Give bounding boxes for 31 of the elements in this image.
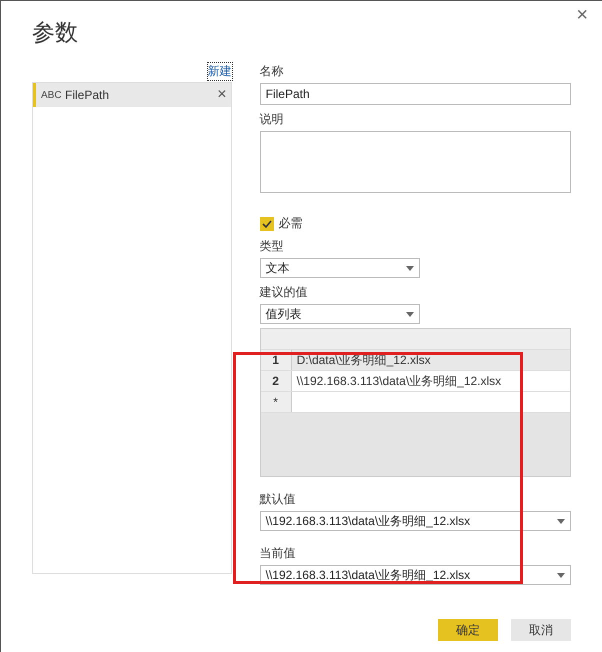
dialog-title: 参数	[32, 18, 78, 47]
cancel-button[interactable]: 取消	[511, 619, 571, 641]
caret-icon	[557, 518, 565, 524]
field-label: 建议的值	[260, 284, 309, 301]
parameter-name: FilePath	[65, 88, 110, 102]
current-value-dropdown[interactable]: \\192.168.3.113\data\业务明细_12.xlsx	[260, 565, 571, 585]
name-field[interactable]: FilePath	[260, 83, 571, 105]
close-button[interactable]: ×	[572, 4, 592, 27]
type-dropdown[interactable]: 文本	[260, 258, 420, 278]
caret-icon	[557, 572, 565, 578]
parameter-item[interactable]: ABC FilePath ×	[33, 83, 231, 107]
new-row-marker: *	[260, 392, 292, 412]
description-field[interactable]	[260, 131, 571, 193]
field-label: 默认值	[260, 491, 297, 508]
table-cell[interactable]	[292, 392, 570, 412]
delete-button[interactable]: ×	[213, 86, 231, 104]
text-type-icon: ABC	[41, 90, 65, 100]
ok-button[interactable]: 确定	[438, 619, 498, 641]
caret-icon	[406, 312, 414, 316]
suggested-dropdown[interactable]: 值列表	[260, 304, 420, 324]
new-link[interactable]: 新建	[208, 63, 232, 80]
row-number: 2	[260, 371, 292, 391]
field-label: 当前值	[260, 545, 297, 562]
checkbox-label: 必需	[278, 215, 303, 232]
field-label: 名称	[260, 63, 285, 80]
checkbox[interactable]	[260, 216, 274, 230]
default-value-dropdown[interactable]: \\192.168.3.113\data\业务明细_12.xlsx	[260, 511, 571, 531]
table-cell[interactable]: \\192.168.3.113\data\业务明细_12.xlsx	[292, 371, 570, 391]
caret-icon	[406, 266, 414, 270]
field-label: 类型	[260, 238, 285, 255]
field-label: 说明	[260, 111, 285, 128]
